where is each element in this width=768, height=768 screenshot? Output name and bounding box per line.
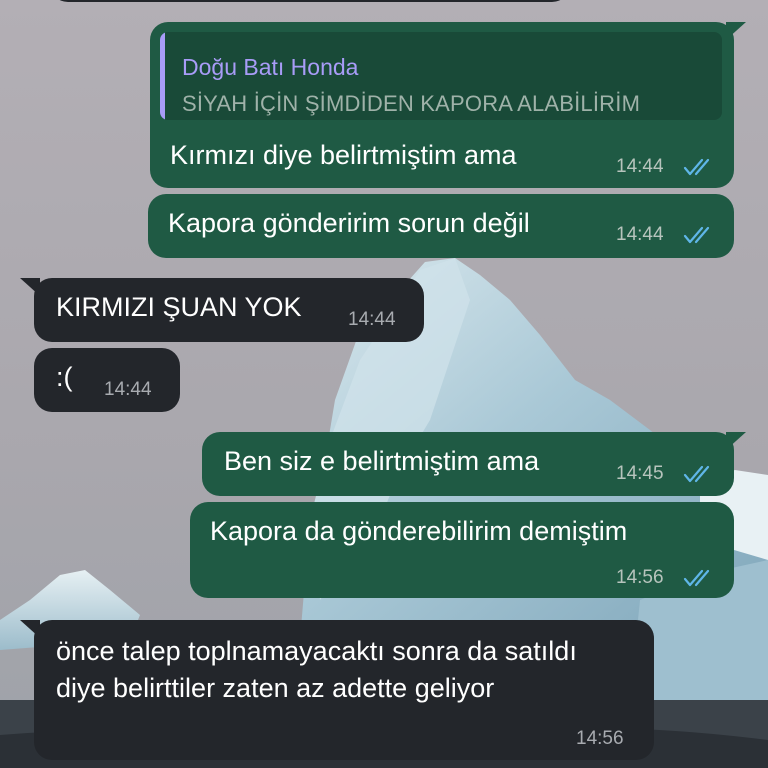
double-check-read-icon bbox=[683, 158, 710, 176]
message-text: Kırmızı diye belirtmiştim ama bbox=[170, 140, 517, 170]
message-bubble-outgoing[interactable]: Kapora gönderirim sorun değil 14:44 bbox=[148, 194, 734, 258]
message-text: Ben siz e belirtmiştim ama bbox=[224, 446, 540, 476]
message-time: 14:44 bbox=[616, 156, 664, 177]
bubble-tail bbox=[726, 22, 746, 40]
quote-accent-bar bbox=[160, 32, 165, 120]
reply-text: SİYAH İÇİN ŞİMDİDEN KAPORA ALABİLİRİM bbox=[182, 91, 641, 116]
message-text: KIRMIZI ŞUAN YOK bbox=[56, 292, 302, 322]
message-bubble-incoming[interactable]: KIRMIZI ŞUAN YOK 14:44 bbox=[34, 278, 424, 342]
message-text: Kapora gönderirim sorun değil bbox=[168, 208, 530, 238]
message-time: 14:45 bbox=[616, 463, 664, 484]
message-time: 14:44 bbox=[616, 224, 664, 245]
message-time: 14:44 bbox=[104, 379, 152, 400]
bubble-tail bbox=[726, 432, 746, 450]
message-bubble-outgoing[interactable]: Ben siz e belirtmiştim ama 14:45 bbox=[202, 432, 734, 496]
message-text: Kapora da gönderebilirim demiştim bbox=[210, 516, 628, 546]
double-check-read-icon bbox=[683, 465, 710, 483]
message-time: 14:56 bbox=[616, 567, 664, 588]
message-text: :( bbox=[56, 362, 73, 392]
message-time: 14:44 bbox=[348, 309, 396, 330]
previous-message-bubble bbox=[50, 0, 570, 2]
message-bubble-incoming[interactable]: önce talep toplnamayacaktı sonra da satı… bbox=[34, 620, 654, 760]
reply-quote[interactable]: Doğu Batı Honda SİYAH İÇİN ŞİMDİDEN KAPO… bbox=[160, 32, 722, 120]
double-check-read-icon bbox=[683, 226, 710, 244]
message-bubble-outgoing[interactable]: Kapora da gönderebilirim demiştim 14:56 bbox=[190, 502, 734, 598]
message-text: önce talep toplnamayacaktı sonra da satı… bbox=[56, 636, 577, 703]
message-bubble-incoming[interactable]: :( 14:44 bbox=[34, 348, 180, 412]
reply-author: Doğu Batı Honda bbox=[182, 54, 359, 80]
message-time: 14:56 bbox=[576, 728, 624, 749]
double-check-read-icon bbox=[683, 569, 710, 587]
message-bubble-outgoing[interactable]: Doğu Batı Honda SİYAH İÇİN ŞİMDİDEN KAPO… bbox=[150, 22, 734, 188]
